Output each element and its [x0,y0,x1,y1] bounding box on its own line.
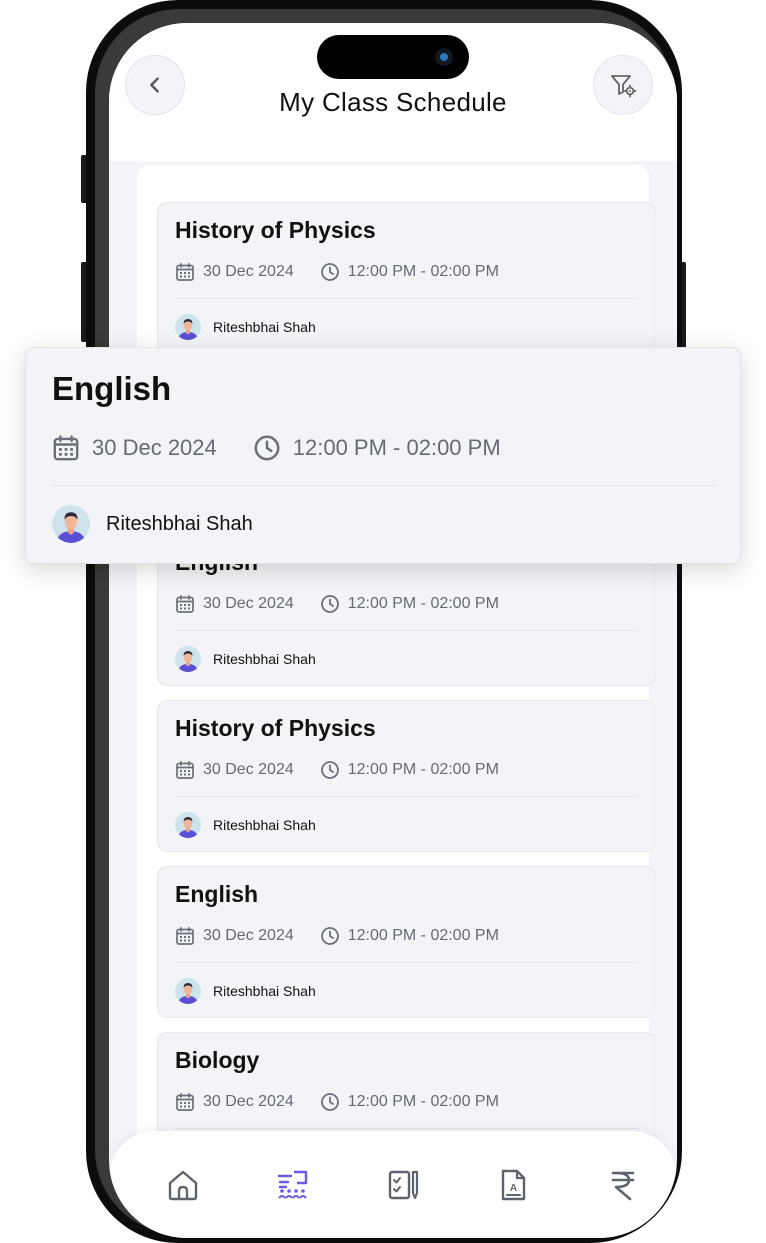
clock-icon [320,1093,339,1111]
teacher-name: Riteshbhai Shah [106,512,253,535]
class-time: 12:00 PM - 02:00 PM [347,1093,499,1110]
class-date: 30 Dec 2024 [203,1093,294,1110]
teacher-name: Riteshbhai Shah [213,817,316,833]
teacher-name: Riteshbhai Shah [213,651,316,667]
dynamic-island [317,35,469,79]
divider [175,962,638,963]
avatar [52,505,90,543]
avatar [175,314,201,340]
clock-icon [254,435,280,461]
calendar-icon [53,435,79,461]
clock-icon [320,761,339,779]
teacher-name: Riteshbhai Shah [213,319,316,335]
divider [175,298,638,299]
nav-assignments[interactable] [381,1163,425,1207]
class-date: 30 Dec 2024 [203,263,294,280]
divider [175,1128,638,1129]
calendar-icon [176,1092,194,1111]
calendar-icon [176,760,194,779]
class-subject: English [52,370,172,407]
divider [175,630,638,631]
divider [175,796,638,797]
avatar [175,646,201,672]
camera-icon [435,48,453,66]
schedule-list: History of Physics 30 Dec 2024 12:00 PM … [137,165,655,1238]
page-title: My Class Schedule [279,87,507,117]
class-card[interactable]: English 30 Dec 2024 12:00 PM - 02:00 PM [157,866,655,1018]
class-date: 30 Dec 2024 [203,761,294,778]
calendar-icon [176,926,194,945]
nav-fees[interactable] [601,1163,645,1207]
class-card[interactable]: History of Physics 30 Dec 2024 12:00 PM … [157,700,655,852]
class-subject: Biology [175,1047,260,1073]
class-meta: 30 Dec 2024 12:00 PM - 02:00 PM [175,593,499,615]
class-subject: History of Physics [175,715,376,741]
class-card[interactable]: History of Physics 30 Dec 2024 12:00 PM … [157,202,655,354]
app-header: My Class Schedule [109,23,677,161]
teacher-info: Riteshbhai Shah [52,504,253,544]
class-time: 12:00 PM - 02:00 PM [347,263,499,280]
teacher-info: Riteshbhai Shah [175,313,316,341]
class-meta: 30 Dec 2024 12:00 PM - 02:00 PM [52,433,501,463]
avatar [175,812,201,838]
divider [52,485,716,486]
phone-bezel: My Class Schedule History of Physics 30 … [95,9,677,1238]
calendar-icon [176,262,194,281]
svg-text:A: A [510,1183,517,1194]
home-icon [168,1170,198,1201]
filter-settings-button[interactable] [593,55,653,115]
exam-report-icon: A [501,1169,526,1201]
avatar [175,978,201,1004]
calendar-icon [176,594,194,613]
class-time: 12:00 PM - 02:00 PM [292,435,501,460]
clock-icon [320,595,339,613]
app-screen: My Class Schedule History of Physics 30 … [109,23,677,1238]
class-time: 12:00 PM - 02:00 PM [347,761,499,778]
class-date: 30 Dec 2024 [92,435,217,460]
class-time: 12:00 PM - 02:00 PM [347,927,499,944]
class-schedule-icon [277,1170,308,1199]
nav-exam-report[interactable]: A [491,1163,535,1207]
class-subject: English [175,881,259,907]
class-meta: 30 Dec 2024 12:00 PM - 02:00 PM [175,759,499,781]
clock-icon [320,263,339,281]
filter-gear-icon [611,75,637,98]
teacher-info: Riteshbhai Shah [175,645,316,673]
nav-class-schedule[interactable] [271,1163,315,1207]
class-time: 12:00 PM - 02:00 PM [347,595,499,612]
class-date: 30 Dec 2024 [203,927,294,944]
nav-home[interactable] [161,1163,205,1207]
teacher-info: Riteshbhai Shah [175,977,316,1005]
phone-frame: My Class Schedule History of Physics 30 … [86,0,682,1243]
class-meta: 30 Dec 2024 12:00 PM - 02:00 PM [175,1091,499,1113]
rupee-fees-icon [611,1171,635,1201]
highlighted-class-card[interactable]: English 30 Dec 2024 12:00 PM - 02:00 PM [25,347,741,564]
class-date: 30 Dec 2024 [203,595,294,612]
assignments-icon [388,1170,419,1200]
class-meta: 30 Dec 2024 12:00 PM - 02:00 PM [175,925,499,947]
teacher-info: Riteshbhai Shah [175,811,316,839]
clock-icon [320,927,339,945]
class-subject: History of Physics [175,217,376,243]
class-meta: 30 Dec 2024 12:00 PM - 02:00 PM [175,261,499,283]
teacher-name: Riteshbhai Shah [213,983,316,999]
bottom-nav-bar: A [109,1131,677,1238]
